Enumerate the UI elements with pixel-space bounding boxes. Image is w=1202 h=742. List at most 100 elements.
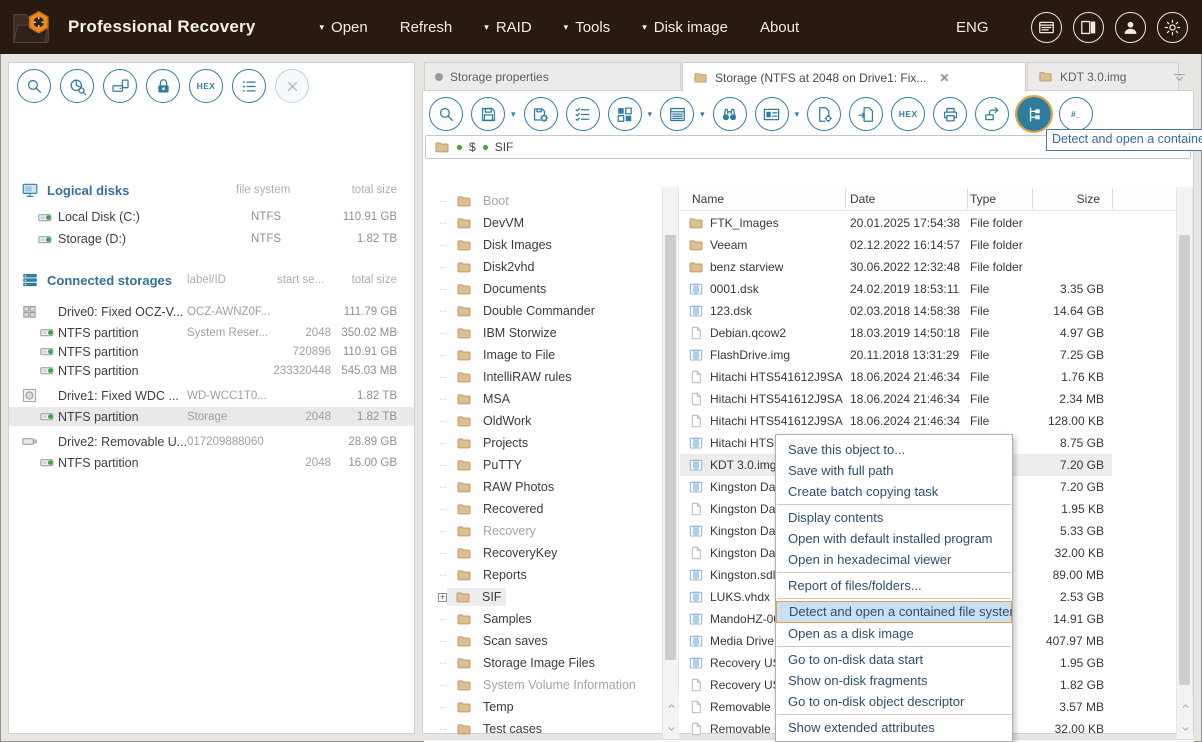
save-icon[interactable]: [471, 97, 505, 131]
tab-storage-ntfs-at-2048-on-drive1-fix[interactable]: Storage (NTFS at 2048 on Drive1: Fix...✕: [682, 62, 1026, 92]
storage-partition-row[interactable]: NTFS partition204816.00 GB: [9, 453, 414, 472]
context-menu-item-open-with-default-installed-program[interactable]: Open with default installed program: [776, 528, 1012, 549]
expand-plus-icon[interactable]: +: [438, 593, 447, 602]
file-row-hitachi-hts541612j9sa0[interactable]: Hitachi HTS541612J9SA0...18.06.2024 21:4…: [680, 366, 1112, 388]
context-menu-item-create-batch-copying-task[interactable]: Create batch copying task: [776, 481, 1012, 502]
tree-item-recovered[interactable]: ⋯Recovered: [424, 498, 661, 520]
scroll-down-button[interactable]: [1177, 717, 1193, 739]
storage-drive-row[interactable]: Drive1: Fixed WDC ...WD-WCC1T0...1.82 TB: [9, 383, 414, 407]
logical-disk-row[interactable]: Local Disk (C:)NTFS110.91 GB: [9, 207, 414, 229]
file-row-flashdrive-img[interactable]: FlashDrive.img20.11.2018 13:31:29File7.2…: [680, 344, 1112, 366]
tab-list-dropdown-icon[interactable]: [1171, 69, 1188, 86]
dropdown-arrow-icon[interactable]: ▾: [795, 109, 800, 120]
scroll-down-button[interactable]: [663, 717, 679, 739]
scan-statistics-icon[interactable]: [60, 69, 94, 103]
news-panel-icon[interactable]: [1031, 12, 1062, 43]
tree-item-storage-image-files[interactable]: ⋯Storage Image Files: [424, 652, 661, 674]
hex-viewer-icon[interactable]: HEX: [189, 69, 223, 103]
context-menu-item-show-properties[interactable]: Show properties: [776, 738, 1012, 742]
column-header-type[interactable]: Type: [970, 192, 996, 206]
user-account-icon[interactable]: [1115, 12, 1146, 43]
tree-item-recoverykey[interactable]: ⋯RecoveryKey: [424, 542, 661, 564]
tree-item-samples[interactable]: ⋯Samples: [424, 608, 661, 630]
context-menu-item-go-to-on-disk-data-start[interactable]: Go to on-disk data start: [776, 649, 1012, 670]
properties-list-icon[interactable]: [232, 69, 266, 103]
breadcrumb-segment[interactable]: $: [469, 140, 476, 154]
file-row-123-dsk[interactable]: 123.dsk02.03.2018 14:58:38File14.64 GB: [680, 300, 1112, 322]
menu-item-refresh[interactable]: Refresh: [400, 19, 453, 36]
file-list-scrollbar[interactable]: [1176, 187, 1193, 739]
file-row-0001-dsk[interactable]: 0001.dsk24.02.2019 18:53:11File3.35 GB: [680, 278, 1112, 300]
save-settings-icon[interactable]: [524, 97, 558, 131]
tab-storage-properties[interactable]: Storage properties: [424, 62, 681, 90]
menu-item-open[interactable]: ▾Open: [320, 19, 368, 36]
tree-item-raw-photos[interactable]: ⋯RAW Photos: [424, 476, 661, 498]
tree-item-sif[interactable]: +SIF: [424, 586, 661, 608]
search-icon[interactable]: [429, 97, 463, 131]
context-menu-item-go-to-on-disk-object-descriptor[interactable]: Go to on-disk object descriptor: [776, 691, 1012, 712]
detect-filesystem-icon[interactable]: [1017, 97, 1051, 131]
task-list-icon[interactable]: [566, 97, 600, 131]
tree-item-system-volume-information[interactable]: ⋯System Volume Information: [424, 674, 661, 696]
tree-item-image-to-file[interactable]: ⋯Image to File: [424, 344, 661, 366]
tiles-view-icon[interactable]: [608, 97, 642, 131]
encryption-lock-icon[interactable]: [146, 69, 180, 103]
tree-item-intelliraw-rules[interactable]: ⋯IntelliRAW rules: [424, 366, 661, 388]
breadcrumb-segment[interactable]: SIF: [495, 140, 514, 154]
file-row-debian-qcow2[interactable]: Debian.qcow218.03.2019 14:50:18File4.97 …: [680, 322, 1112, 344]
tree-item-disk2vhd[interactable]: ⋯Disk2vhd: [424, 256, 661, 278]
context-menu-item-save-with-full-path[interactable]: Save with full path: [776, 460, 1012, 481]
tree-item-recovery[interactable]: ⋯Recovery: [424, 520, 661, 542]
scrollbar-thumb[interactable]: [1179, 235, 1190, 685]
tree-item-devvm[interactable]: ⋯DevVM: [424, 212, 661, 234]
find-binoculars-icon[interactable]: [713, 97, 747, 131]
tree-item-boot[interactable]: ⋯Boot: [424, 190, 661, 212]
tree-item-disk-images[interactable]: ⋯Disk Images: [424, 234, 661, 256]
file-row-veeam[interactable]: Veeam02.12.2022 16:14:57File folder: [680, 234, 1112, 256]
tree-item-double-commander[interactable]: ⋯Double Commander: [424, 300, 661, 322]
context-menu-item-detect-and-open-a-contained-file-system[interactable]: Detect and open a contained file system: [776, 601, 1012, 623]
storage-drive-row[interactable]: Drive0: Fixed OCZ-V...OCZ-AWNZ0F...111.7…: [9, 299, 414, 323]
file-row-hitachi-hts541612j9sa0[interactable]: Hitachi HTS541612J9SA0...18.06.2024 21:4…: [680, 410, 1112, 432]
dropdown-arrow-icon[interactable]: ▾: [700, 109, 705, 120]
column-header-size[interactable]: Size: [1000, 192, 1100, 206]
tree-item-documents[interactable]: ⋯Documents: [424, 278, 661, 300]
open-contained-icon[interactable]: [975, 97, 1009, 131]
column-header-date[interactable]: Date: [850, 192, 875, 206]
context-menu-item-open-in-hexadecimal-viewer[interactable]: Open in hexadecimal viewer: [776, 549, 1012, 570]
recover-file-icon[interactable]: [849, 97, 883, 131]
column-header-name[interactable]: Name: [692, 192, 724, 206]
layout-panels-icon[interactable]: [1073, 12, 1104, 43]
dropdown-arrow-icon[interactable]: ▾: [511, 109, 516, 120]
checksum-icon[interactable]: #_: [1059, 97, 1093, 131]
menu-item-raid[interactable]: ▾RAID: [484, 19, 531, 36]
storage-partition-row[interactable]: NTFS partition233320448545.03 MB: [9, 361, 414, 380]
context-menu-item-show-on-disk-fragments[interactable]: Show on-disk fragments: [776, 670, 1012, 691]
scroll-up-button[interactable]: [663, 695, 679, 717]
recovery-settings-icon[interactable]: [807, 97, 841, 131]
disk-image-icon[interactable]: [103, 69, 137, 103]
tree-item-scan-saves[interactable]: ⋯Scan saves: [424, 630, 661, 652]
hex-viewer-icon[interactable]: HEX: [891, 97, 925, 131]
settings-gear-icon[interactable]: [1157, 12, 1188, 43]
language-selector[interactable]: ENG: [956, 19, 989, 36]
tree-item-putty[interactable]: ⋯PuTTY: [424, 454, 661, 476]
context-menu-item-report-of-files-folders[interactable]: Report of files/folders...: [776, 575, 1012, 596]
context-menu-item-save-this-object-to[interactable]: Save this object to...: [776, 439, 1012, 460]
storage-partition-row[interactable]: NTFS partitionSystem Reser...2048350.02 …: [9, 323, 414, 342]
print-icon[interactable]: [933, 97, 967, 131]
tree-item-projects[interactable]: ⋯Projects: [424, 432, 661, 454]
context-menu-item-show-extended-attributes[interactable]: Show extended attributes: [776, 717, 1012, 738]
storage-partition-row[interactable]: NTFS partition720896110.91 GB: [9, 342, 414, 361]
tab-kdt-3-0-img[interactable]: KDT 3.0.img: [1027, 62, 1179, 90]
tree-item-temp[interactable]: ⋯Temp: [424, 696, 661, 718]
tree-item-test-cases[interactable]: ⋯Test cases: [424, 718, 661, 739]
menu-item-about[interactable]: About: [760, 19, 799, 36]
search-icon[interactable]: [17, 69, 51, 103]
tree-item-msa[interactable]: ⋯MSA: [424, 388, 661, 410]
scrollbar-thumb[interactable]: [665, 235, 676, 660]
storage-drive-row[interactable]: Drive2: Removable U...01720988806028.89 …: [9, 429, 414, 453]
file-row-ftk-images[interactable]: FTK_Images20.01.2025 17:54:38File folder: [680, 212, 1112, 234]
context-menu-item-open-as-a-disk-image[interactable]: Open as a disk image: [776, 623, 1012, 644]
tree-item-reports[interactable]: ⋯Reports: [424, 564, 661, 586]
